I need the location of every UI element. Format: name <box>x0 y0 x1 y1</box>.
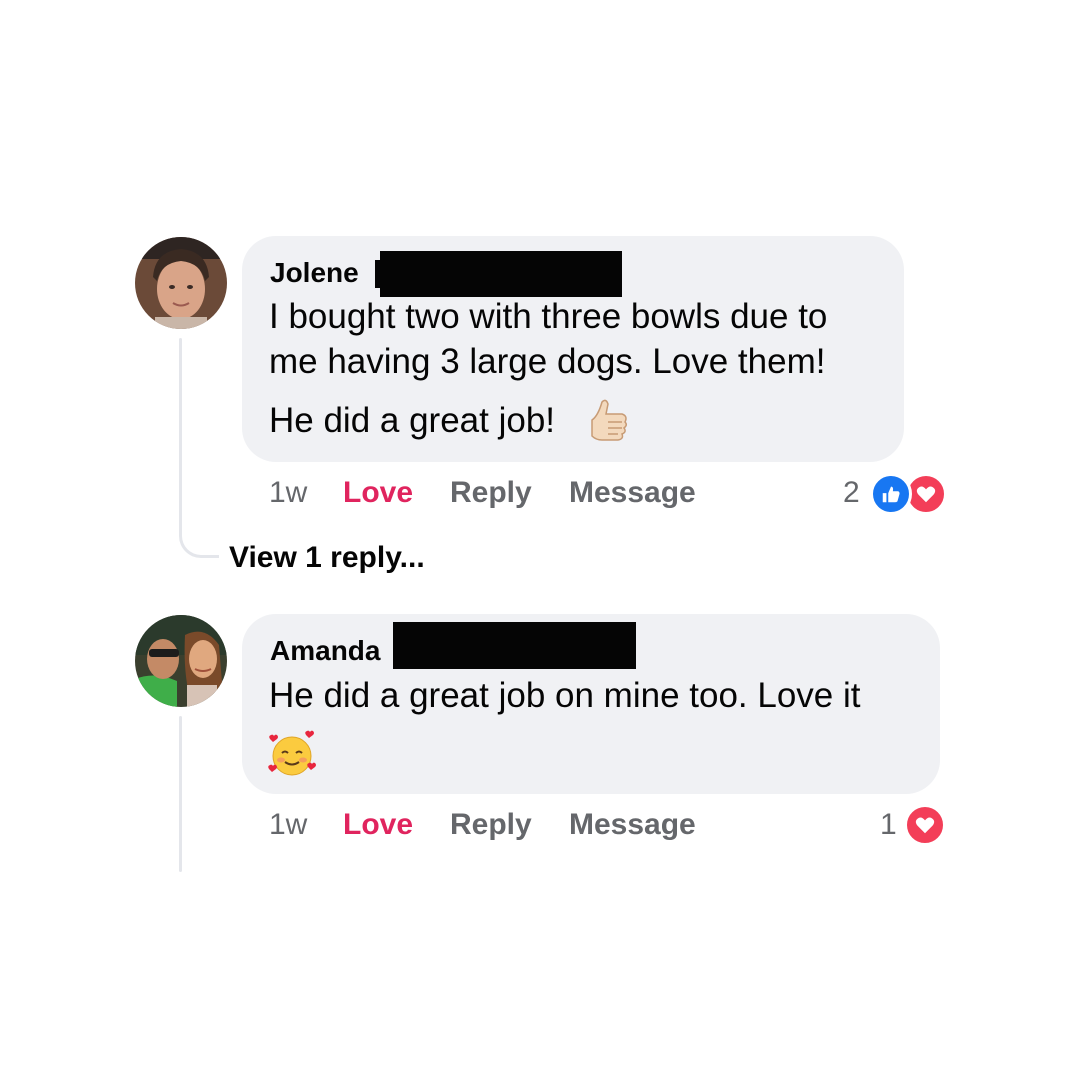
redaction-box <box>393 622 636 669</box>
reply-button[interactable]: Reply <box>450 807 532 843</box>
avatar-photo <box>135 237 227 329</box>
thread-line <box>179 716 182 872</box>
reaction-count: 1 <box>880 808 897 841</box>
comment-timestamp[interactable]: 1w <box>269 475 307 511</box>
thumbs-up-emoji-icon <box>584 396 632 449</box>
smiling-face-with-hearts-emoji-icon <box>267 730 317 785</box>
comment-text-line: He did a great job on mine too. Love it <box>269 676 861 715</box>
heart-reaction-icon <box>904 804 946 846</box>
comment-timestamp[interactable]: 1w <box>269 807 307 843</box>
comment-text-line: I bought two with three bowls due to <box>269 297 828 336</box>
reply-connector <box>179 470 219 558</box>
message-button[interactable]: Message <box>569 807 696 843</box>
message-button[interactable]: Message <box>569 475 696 511</box>
comment-author[interactable]: Jolene <box>270 256 359 290</box>
reaction-count: 2 <box>843 476 860 509</box>
avatar[interactable] <box>135 237 227 329</box>
avatar-photo <box>135 615 227 707</box>
avatar[interactable] <box>135 615 227 707</box>
comment-text-line: me having 3 large dogs. Love them! <box>269 342 826 381</box>
like-reaction-icon <box>870 473 912 515</box>
redaction-box <box>380 251 622 297</box>
comment-author[interactable]: Amanda <box>270 634 380 668</box>
reply-button[interactable]: Reply <box>450 475 532 511</box>
love-button[interactable]: Love <box>343 807 413 843</box>
love-button[interactable]: Love <box>343 475 413 511</box>
comment-text-line: He did a great job! <box>269 401 556 440</box>
view-replies-link[interactable]: View 1 reply... <box>229 540 425 576</box>
